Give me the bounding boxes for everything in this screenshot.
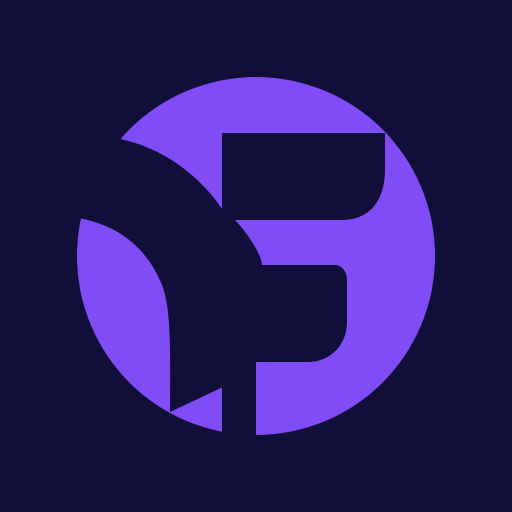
logo-canvas bbox=[0, 0, 512, 512]
logo-icon bbox=[0, 0, 512, 512]
